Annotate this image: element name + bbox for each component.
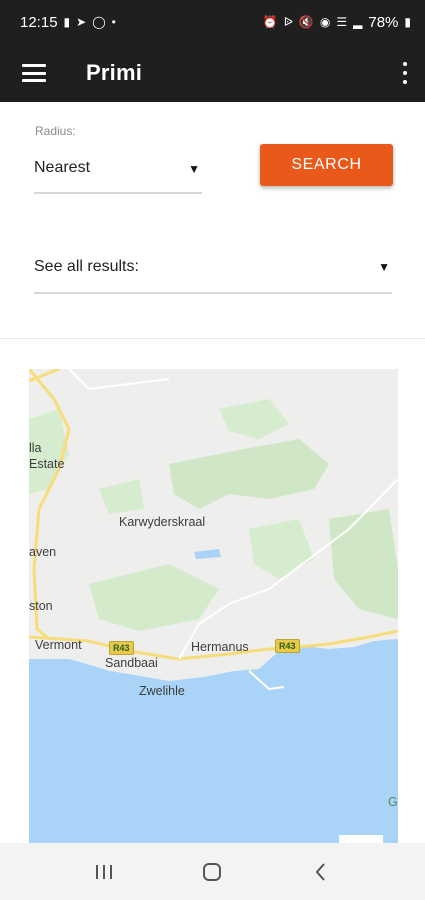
map-label-karwyderskraal: Karwyderskraal bbox=[119, 515, 206, 529]
radius-select-value: Nearest bbox=[34, 159, 91, 176]
map-label-haven: aven bbox=[29, 545, 57, 559]
radius-label: Radius: bbox=[35, 124, 76, 138]
dot-icon: • bbox=[111, 15, 116, 29]
status-right: ⏰ ᐉ 🔇 ◉ ☰ ▂ 78% ▮ bbox=[263, 14, 411, 31]
app-bar: Primi bbox=[0, 44, 425, 102]
map-label-vermont: Vermont bbox=[35, 638, 82, 652]
status-left: 12:15 ▮ ➤ ◯ • bbox=[20, 14, 116, 31]
message-icon: ▮ bbox=[63, 15, 71, 29]
location-icon: ◉ bbox=[319, 15, 331, 29]
results-select-value: See all results: bbox=[34, 258, 139, 275]
alarm-icon: ⏰ bbox=[262, 15, 278, 29]
signal-icon: ▂ bbox=[353, 15, 363, 29]
dropdown-arrow-icon: ▼ bbox=[188, 162, 200, 176]
section-divider bbox=[0, 338, 425, 339]
recent-apps-icon[interactable] bbox=[84, 852, 124, 892]
system-nav-bar bbox=[0, 843, 425, 900]
wifi-icon: ☰ bbox=[336, 15, 348, 29]
map-label-sandbaai: Sandbaai bbox=[105, 656, 158, 670]
dropdown-arrow-icon: ▼ bbox=[378, 260, 390, 274]
bluetooth-icon: ᐉ bbox=[283, 15, 293, 29]
results-select[interactable]: See all results: ▼ bbox=[34, 248, 392, 294]
search-button[interactable]: SEARCH bbox=[260, 144, 393, 186]
status-time: 12:15 bbox=[20, 13, 58, 31]
map-label-kleinmond: ston bbox=[29, 599, 53, 613]
map-canvas bbox=[29, 369, 398, 849]
map-label-zwelihle: Zwelihle bbox=[139, 684, 185, 698]
mute-icon: 🔇 bbox=[298, 15, 314, 29]
map-label-edge: G bbox=[388, 795, 398, 809]
map-label-hermanus: Hermanus bbox=[191, 640, 249, 654]
hamburger-menu-icon[interactable] bbox=[22, 64, 46, 82]
map-label-stella-estate: Estate bbox=[29, 457, 65, 471]
route-shield: R43 bbox=[109, 641, 134, 655]
map-label-stella: lla bbox=[29, 441, 42, 455]
status-bar: 12:15 ▮ ➤ ◯ • ⏰ ᐉ 🔇 ◉ ☰ ▂ 78% ▮ bbox=[0, 0, 425, 44]
map-view[interactable]: lla Estate aven ston Karwyderskraal Verm… bbox=[29, 369, 398, 849]
battery-icon: ▮ bbox=[404, 15, 411, 29]
whatsapp-icon: ◯ bbox=[92, 15, 106, 29]
telegram-icon: ➤ bbox=[76, 15, 87, 29]
radius-select[interactable]: Nearest ▼ bbox=[34, 150, 202, 194]
back-icon[interactable] bbox=[301, 852, 341, 892]
app-title: Primi bbox=[86, 60, 143, 85]
home-icon[interactable] bbox=[192, 852, 232, 892]
more-vert-icon[interactable] bbox=[403, 62, 409, 84]
battery-level: 78% bbox=[368, 13, 399, 31]
route-shield: R43 bbox=[275, 639, 300, 653]
